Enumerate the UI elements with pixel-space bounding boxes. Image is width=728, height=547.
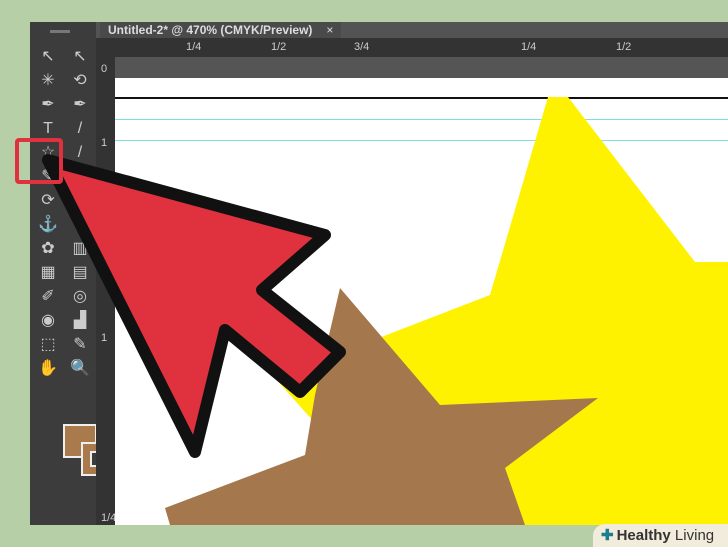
watermark: ✚ Healthy Living [593,524,728,547]
plus-logo-icon: ✚ [601,527,614,544]
brand-bold: Healthy [616,527,671,544]
star-tool-highlight [15,138,63,184]
illustration-overlay [42,97,728,525]
brand-rest: Living [670,527,715,544]
pointer-arrow [42,154,346,458]
